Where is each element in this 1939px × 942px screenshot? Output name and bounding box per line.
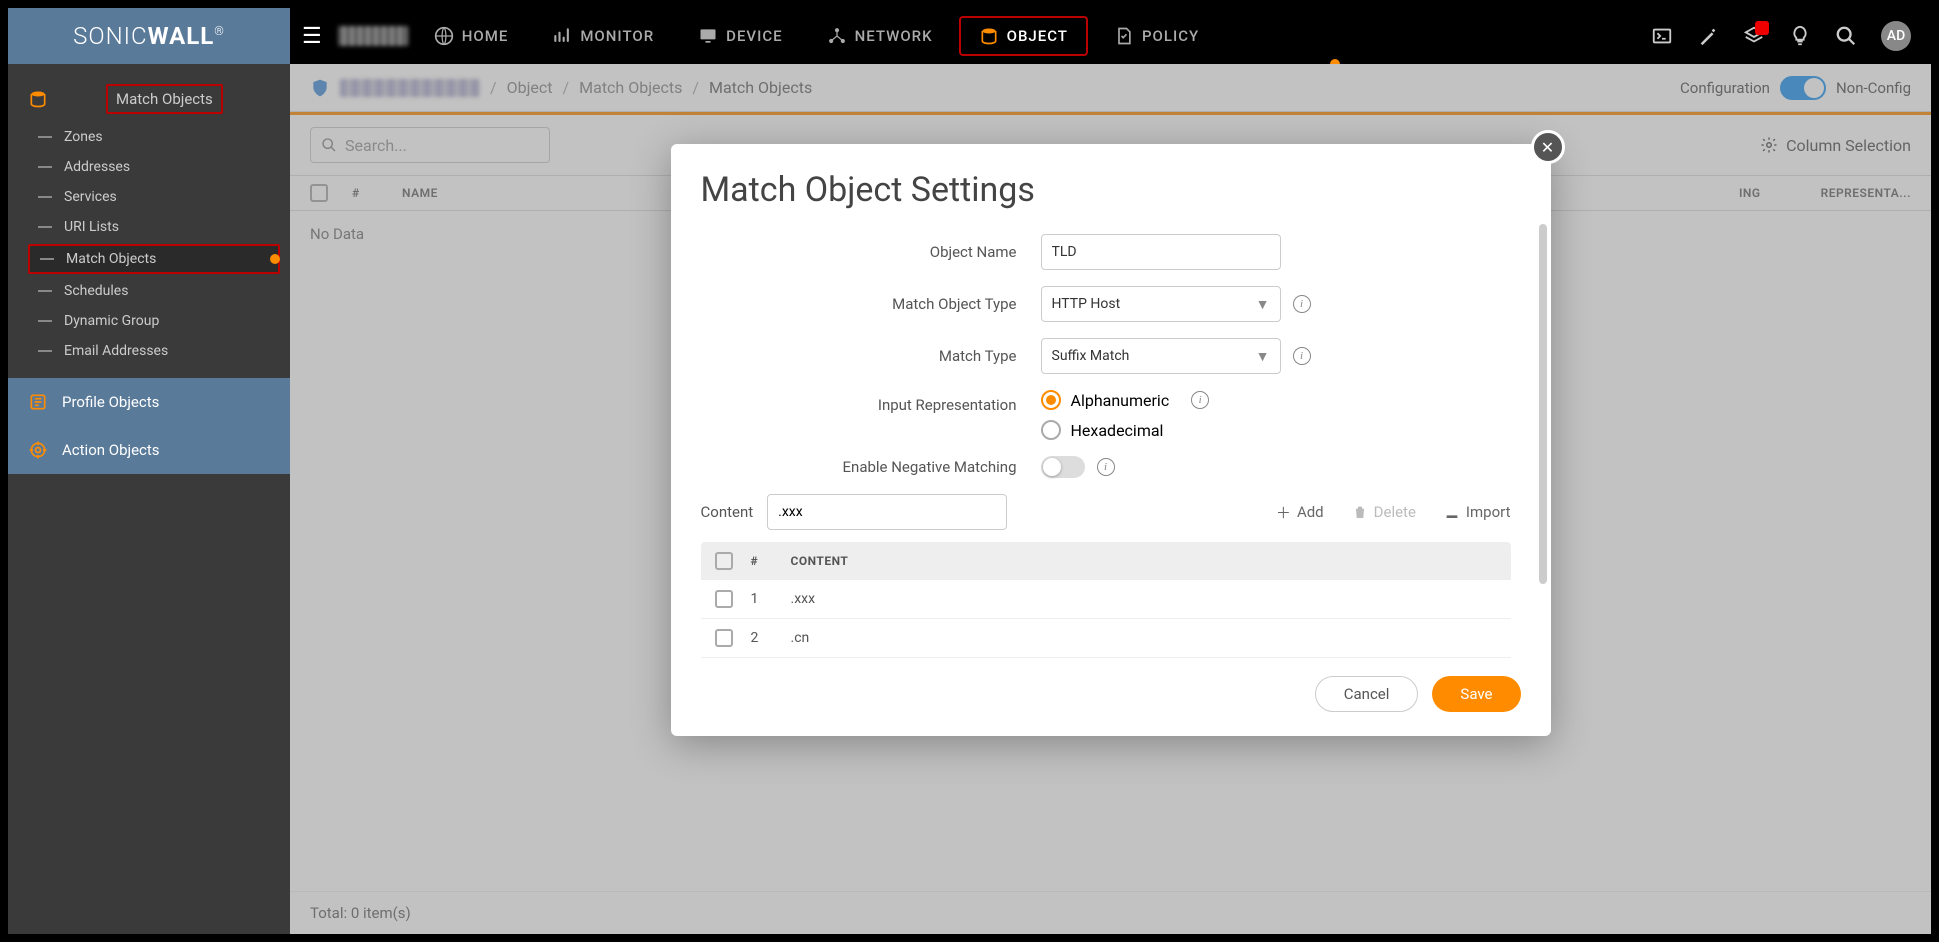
radio-alphanumeric[interactable] (1041, 390, 1061, 410)
save-button[interactable]: Save (1432, 676, 1520, 712)
target-icon (28, 440, 48, 460)
object-name-label: Object Name (701, 243, 1041, 261)
nav-home[interactable]: HOME (416, 8, 527, 64)
search-icon[interactable] (1835, 25, 1857, 47)
content-table-header: # CONTENT (701, 542, 1511, 580)
plus-icon: ＋ (1276, 502, 1291, 523)
terminal-icon[interactable] (1651, 25, 1673, 47)
top-navigation: ☰ HOME MONITOR DEVICE NETWORK OBJECT (290, 8, 1651, 64)
content-input[interactable] (767, 494, 1007, 530)
sidebar-group-match-objects[interactable]: Match Objects (106, 84, 223, 114)
match-object-type-label: Match Object Type (701, 295, 1041, 313)
database-icon (28, 89, 48, 109)
row-checkbox[interactable] (715, 590, 733, 608)
content-table-row[interactable]: 1 .xxx (701, 580, 1511, 619)
match-object-settings-modal: ✕ Match Object Settings Object Name Matc… (671, 144, 1551, 736)
chevron-down-icon: ▼ (1256, 296, 1270, 313)
top-tools: AD (1651, 21, 1931, 51)
trash-icon (1352, 504, 1368, 520)
user-avatar[interactable]: AD (1881, 21, 1911, 51)
globe-icon (434, 26, 454, 46)
blurred-context (338, 26, 408, 46)
layers-icon[interactable] (1743, 25, 1765, 47)
bulb-icon[interactable] (1789, 25, 1811, 47)
content-select-all-checkbox[interactable] (715, 552, 733, 570)
radio-alphanumeric-label: Alphanumeric (1071, 391, 1170, 410)
nav-monitor[interactable]: MONITOR (534, 8, 672, 64)
main-content: / Object / Match Objects / Match Objects… (290, 64, 1931, 934)
sidebar-section-profile-objects[interactable]: Profile Objects (8, 378, 290, 426)
monitor-icon (698, 26, 718, 46)
content-table-row[interactable]: 2 .cn (701, 619, 1511, 658)
sidebar-item-schedules[interactable]: Schedules (8, 276, 290, 306)
chevron-down-icon: ▼ (1256, 348, 1270, 365)
negative-matching-toggle[interactable] (1041, 456, 1085, 478)
sidebar-item-zones[interactable]: Zones (8, 122, 290, 152)
network-icon (827, 26, 847, 46)
profile-icon (28, 392, 48, 412)
info-icon[interactable]: i (1097, 458, 1115, 476)
sidebar-item-services[interactable]: Services (8, 182, 290, 212)
sidebar-item-email-addresses[interactable]: Email Addresses (8, 336, 290, 366)
row-checkbox[interactable] (715, 629, 733, 647)
scrollbar[interactable] (1539, 224, 1547, 584)
nav-policy[interactable]: POLICY (1096, 8, 1217, 64)
sidebar-section-action-objects[interactable]: Action Objects (8, 426, 290, 474)
chart-icon (552, 26, 572, 46)
radio-hexadecimal-label: Hexadecimal (1071, 421, 1164, 440)
cancel-button[interactable]: Cancel (1315, 676, 1419, 712)
add-button[interactable]: ＋ Add (1276, 502, 1324, 523)
info-icon[interactable]: i (1293, 347, 1311, 365)
delete-button[interactable]: Delete (1352, 502, 1416, 523)
info-icon[interactable]: i (1293, 295, 1311, 313)
active-dot (270, 254, 280, 264)
policy-icon (1114, 26, 1134, 46)
sidebar-item-addresses[interactable]: Addresses (8, 152, 290, 182)
negative-matching-label: Enable Negative Matching (701, 458, 1041, 476)
match-type-select[interactable]: Suffix Match ▼ (1041, 338, 1281, 374)
menu-icon[interactable]: ☰ (302, 24, 322, 49)
close-button[interactable]: ✕ (1531, 130, 1565, 164)
import-icon (1444, 504, 1460, 520)
nav-device[interactable]: DEVICE (680, 8, 800, 64)
nav-object[interactable]: OBJECT (959, 16, 1088, 56)
radio-hexadecimal[interactable] (1041, 420, 1061, 440)
notification-badge (1755, 21, 1769, 35)
sidebar-item-dynamic-group[interactable]: Dynamic Group (8, 306, 290, 336)
match-object-type-select[interactable]: HTTP Host ▼ (1041, 286, 1281, 322)
topbar: SONICWALL® ☰ HOME MONITOR DEVICE NETWORK (8, 8, 1931, 64)
brand-logo: SONICWALL® (8, 8, 290, 64)
info-icon[interactable]: i (1191, 391, 1209, 409)
modal-title: Match Object Settings (701, 170, 1521, 210)
input-representation-label: Input Representation (701, 390, 1041, 414)
sidebar-item-uri-lists[interactable]: URI Lists (8, 212, 290, 242)
content-label: Content (701, 503, 754, 521)
sidebar-item-match-objects[interactable]: Match Objects (28, 244, 280, 274)
nav-network[interactable]: NETWORK (809, 8, 951, 64)
import-button[interactable]: Import (1444, 502, 1511, 523)
object-name-input[interactable] (1041, 234, 1281, 270)
match-type-label: Match Type (701, 347, 1041, 365)
object-icon (979, 26, 999, 46)
modal-overlay: ✕ Match Object Settings Object Name Matc… (290, 64, 1931, 934)
wand-icon[interactable] (1697, 25, 1719, 47)
sidebar: Match Objects Zones Addresses Services U… (8, 64, 290, 934)
